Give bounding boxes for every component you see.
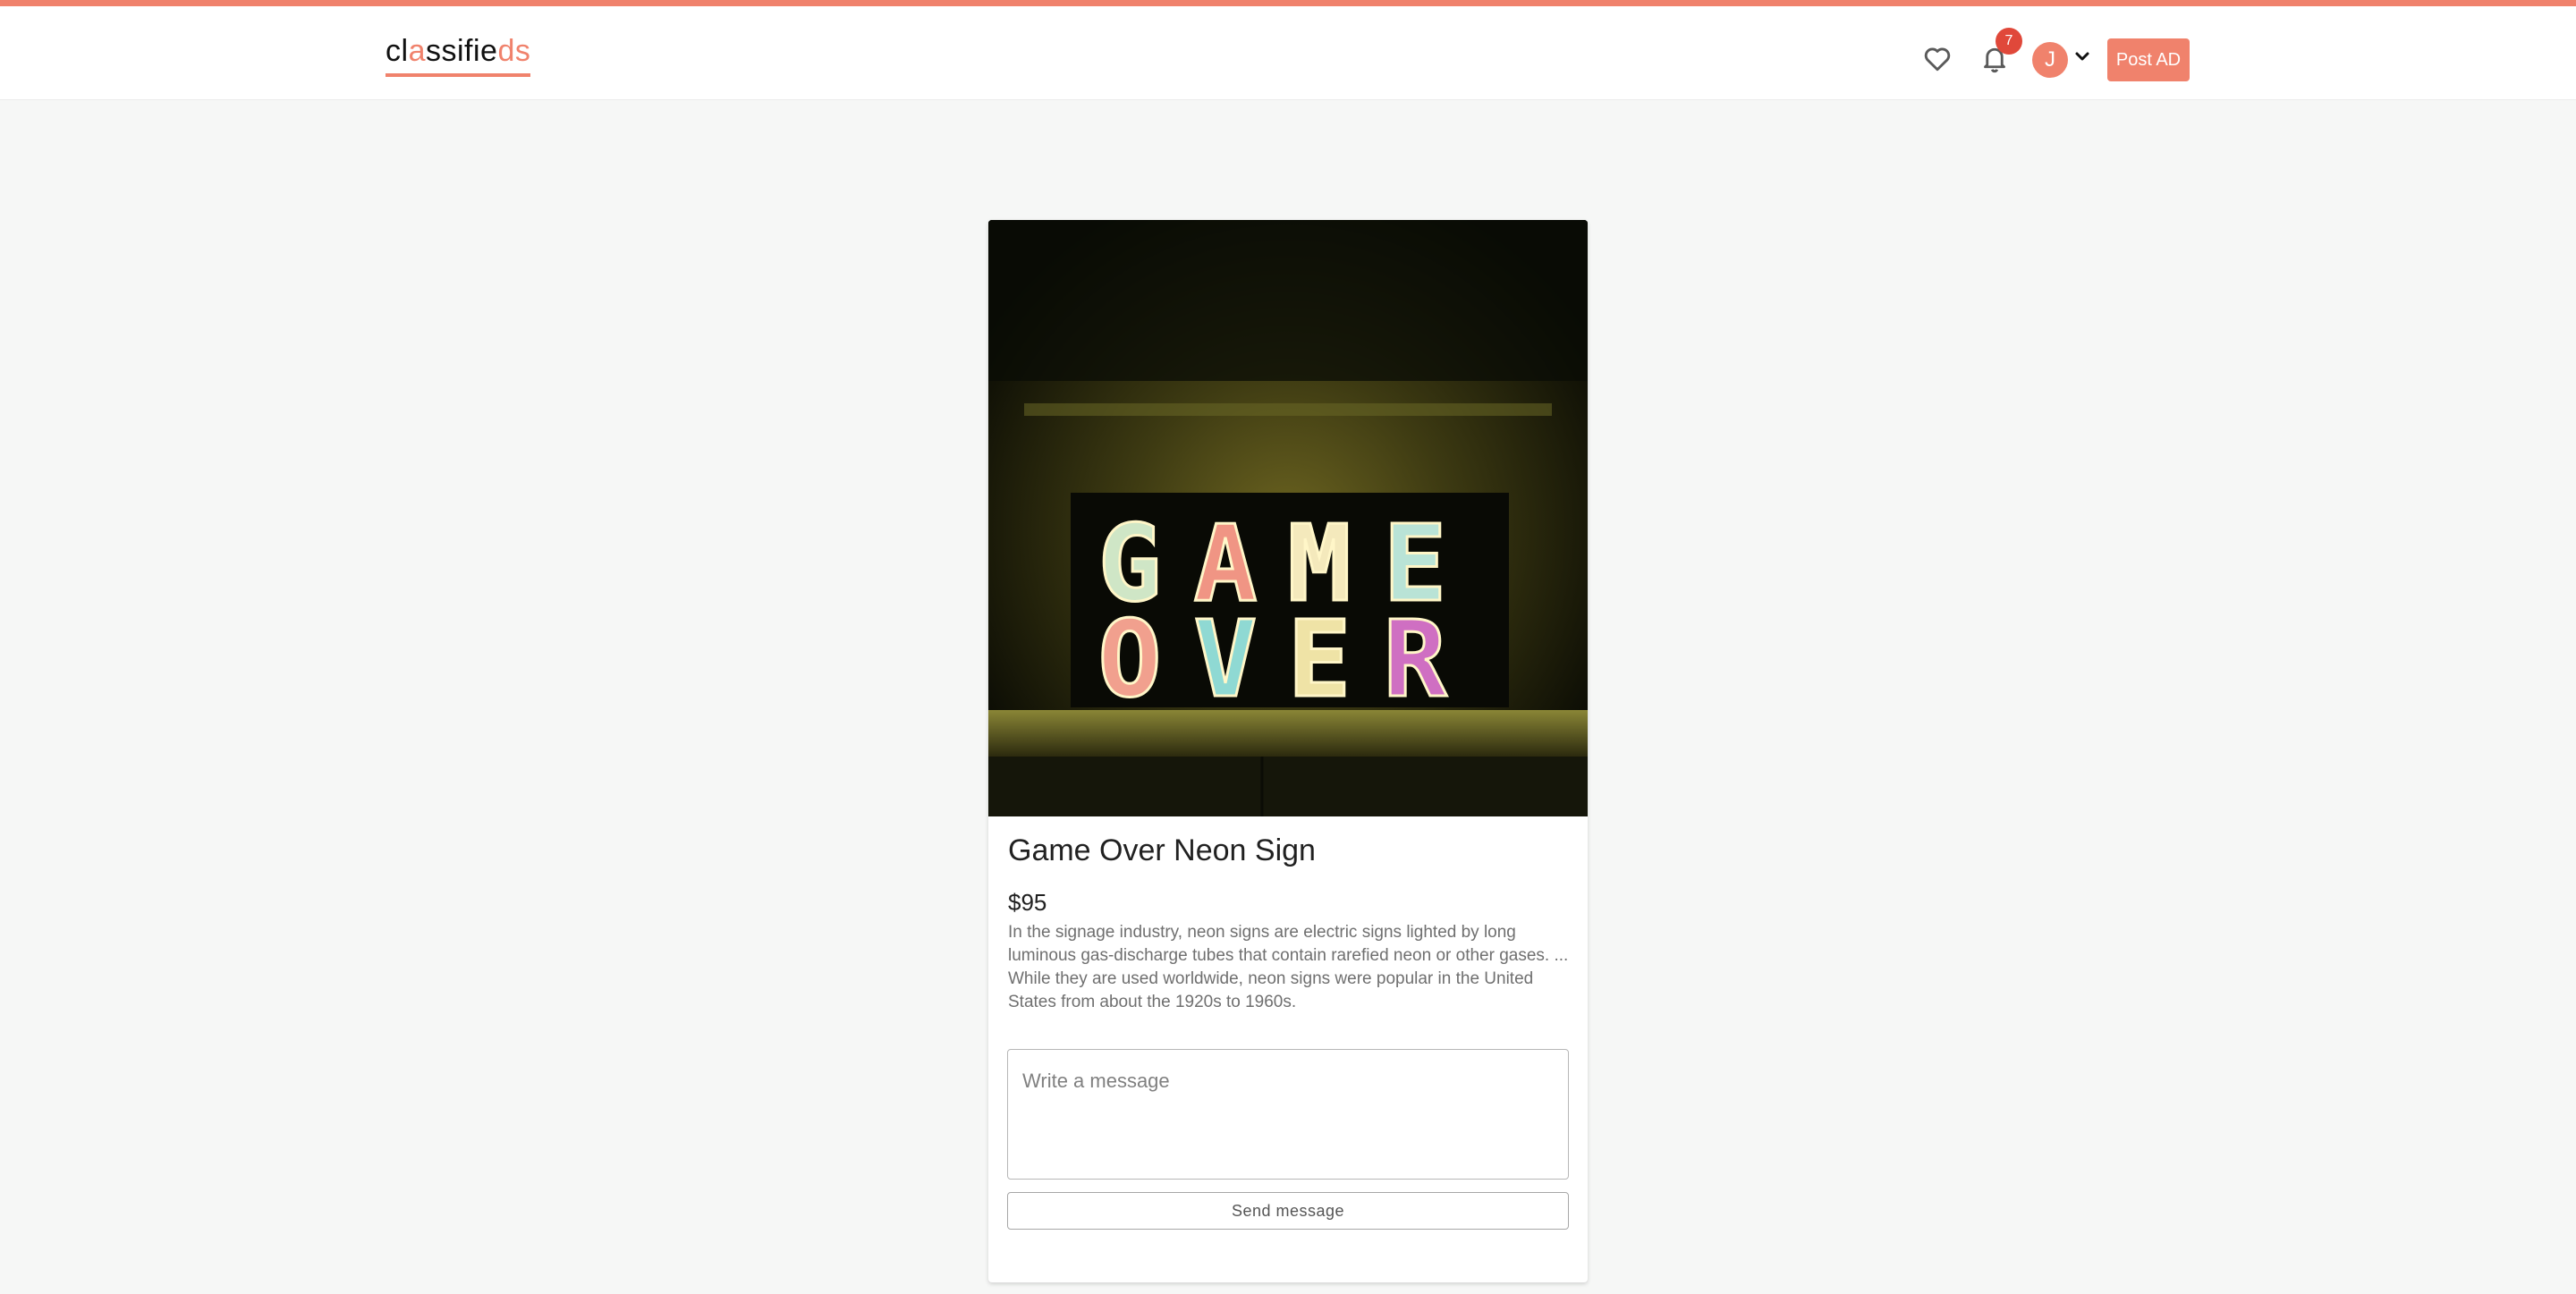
top-accent-bar xyxy=(0,0,2576,6)
listing-image: G A M E O V E R xyxy=(988,220,1588,816)
post-ad-button[interactable]: Post AD xyxy=(2107,38,2190,81)
neon-letter: V xyxy=(1193,597,1257,721)
site-logo[interactable]: classifieds xyxy=(386,33,531,77)
neon-letter: E xyxy=(1287,597,1351,721)
listing-card: G A M E O V E R Game Over Neon Sign $95 … xyxy=(988,220,1588,1282)
heart-icon[interactable] xyxy=(1921,42,1953,74)
user-avatar[interactable]: J xyxy=(2032,42,2068,78)
site-header: classifieds 7 J Post AD xyxy=(0,6,2576,100)
listing-price: $95 xyxy=(1008,889,1047,916)
listing-title: Game Over Neon Sign xyxy=(1008,833,1316,867)
neon-letter: O xyxy=(1097,597,1161,721)
neon-letter: R xyxy=(1383,597,1447,721)
notification-count-badge: 7 xyxy=(1996,28,2022,55)
listing-description: In the signage industry, neon signs are … xyxy=(1008,923,1569,1011)
send-message-button[interactable]: Send message xyxy=(1007,1192,1569,1230)
chevron-down-icon[interactable] xyxy=(2072,46,2093,67)
message-input[interactable] xyxy=(1007,1049,1569,1180)
